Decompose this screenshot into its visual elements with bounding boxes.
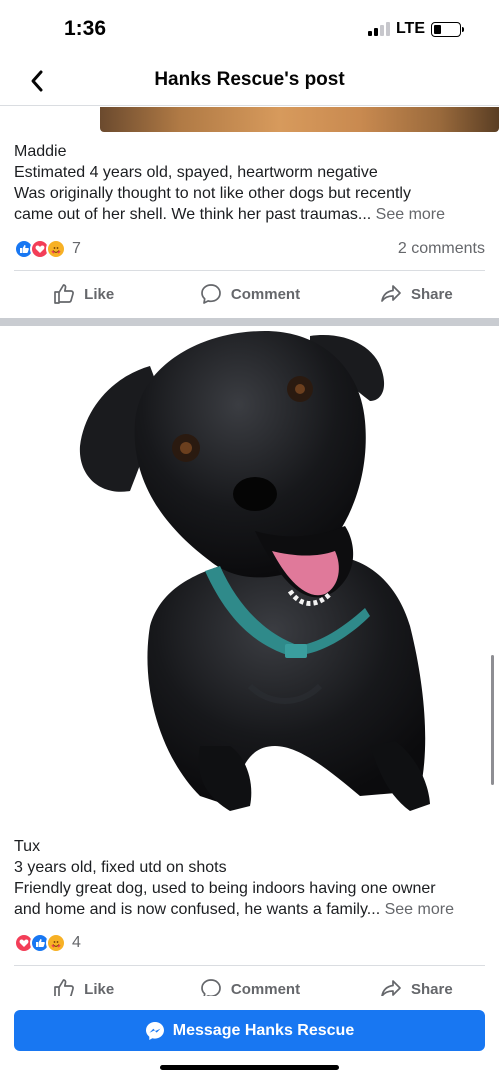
- post-separator: [0, 318, 499, 326]
- page-title: Hanks Rescue's post: [154, 69, 345, 90]
- message-page-button[interactable]: Message Hanks Rescue: [14, 1010, 485, 1051]
- post-actions: Like Comment Share: [0, 274, 499, 314]
- post-caption-tux: Tux 3 years old, fixed utd on shots Frie…: [14, 836, 486, 920]
- comment-label: Comment: [230, 980, 301, 998]
- like-button[interactable]: Like: [0, 274, 166, 314]
- post-caption-maddie: Maddie Estimated 4 years old, spayed, he…: [14, 141, 486, 225]
- dog-name: Maddie: [14, 143, 67, 160]
- caption-line: 3 years old, fixed utd on shots: [14, 859, 227, 876]
- thumbs-up-icon: [54, 284, 75, 304]
- status-icons: LTE: [367, 20, 464, 38]
- post-header: Hanks Rescue's post: [0, 56, 499, 106]
- divider: [14, 270, 485, 271]
- signal-icon: [367, 22, 390, 36]
- comment-label: Comment: [230, 285, 301, 303]
- share-label: Share: [410, 980, 453, 998]
- like-label: Like: [84, 285, 115, 303]
- reactions-summary[interactable]: 7: [14, 238, 81, 260]
- share-arrow-icon: [381, 285, 401, 302]
- dog-photo-tux[interactable]: [0, 326, 499, 826]
- share-label: Share: [410, 285, 453, 303]
- caption-line: Was originally thought to not like other…: [14, 185, 411, 202]
- see-more-link[interactable]: See more: [376, 206, 445, 223]
- status-bar: 1:36 LTE: [0, 0, 499, 56]
- black-dog-image: [79, 331, 430, 811]
- like-label: Like: [84, 980, 115, 998]
- caption-line: Estimated 4 years old, spayed, heartworm…: [14, 164, 378, 181]
- reaction-count: 7: [72, 240, 81, 257]
- care-reaction-icon: [46, 933, 66, 953]
- previous-photo[interactable]: [0, 107, 499, 132]
- reaction-count: 4: [72, 934, 81, 951]
- caption-line: Friendly great dog, used to being indoor…: [14, 880, 436, 897]
- home-indicator[interactable]: [160, 1065, 339, 1070]
- caption-line: and home and is now confused, he wants a…: [14, 901, 381, 918]
- reactions-summary[interactable]: 4: [14, 932, 81, 954]
- comment-button[interactable]: Comment: [166, 274, 332, 314]
- care-reaction-icon: [46, 239, 66, 259]
- message-button-label: Message Hanks Rescue: [172, 1021, 355, 1039]
- comment-bubble-icon: [201, 284, 221, 304]
- share-button[interactable]: Share: [333, 274, 499, 314]
- caption-line: came out of her shell. We think her past…: [14, 206, 372, 223]
- see-more-link[interactable]: See more: [385, 901, 454, 918]
- battery-icon: [431, 21, 464, 37]
- scrollbar[interactable]: [491, 655, 494, 785]
- status-time: 1:36: [64, 17, 107, 40]
- network-label: LTE: [395, 20, 425, 37]
- comments-count-link[interactable]: 2 comments: [398, 240, 485, 258]
- dog-name: Tux: [14, 838, 41, 855]
- messenger-icon: [145, 1021, 164, 1040]
- divider: [14, 965, 485, 966]
